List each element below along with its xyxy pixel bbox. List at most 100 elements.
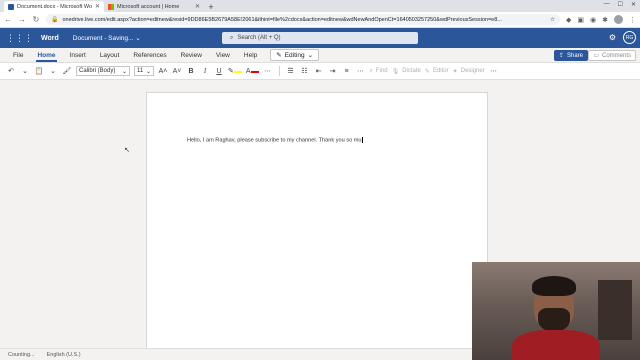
align-icon[interactable]: ≡ bbox=[342, 68, 352, 75]
window-controls: — ☐ ✕ bbox=[604, 1, 636, 8]
comments-button[interactable]: ▭ Comments bbox=[588, 50, 636, 61]
close-window-icon[interactable]: ✕ bbox=[631, 1, 636, 8]
new-tab-button[interactable]: + bbox=[206, 2, 216, 12]
dictate-label: Dictate bbox=[402, 68, 421, 74]
account-avatar[interactable]: RG bbox=[623, 31, 636, 44]
designer-label: Designer bbox=[460, 68, 485, 74]
chevron-down-icon[interactable]: ⌄ bbox=[133, 34, 140, 42]
chevron-down-icon[interactable]: ⌄ bbox=[20, 67, 30, 75]
share-label: Share bbox=[566, 52, 583, 59]
app-name[interactable]: Word bbox=[41, 35, 59, 42]
chevron-down-icon: ⌄ bbox=[121, 68, 127, 75]
increase-indent-icon[interactable]: ⇥ bbox=[328, 67, 338, 75]
paragraph-text: Hello, I am Raghav, please subscribe to … bbox=[187, 137, 362, 144]
font-color-icon[interactable]: A bbox=[246, 68, 259, 75]
paste-icon[interactable]: 📋 bbox=[34, 67, 44, 75]
search-icon: ⌕ bbox=[230, 34, 234, 41]
browser-tab-bar: Document.docx - Microsoft Wor... ✕ Micro… bbox=[0, 0, 640, 12]
tab-file[interactable]: File bbox=[6, 48, 30, 63]
url-text: onedrive.live.com/edit.aspx?action=editn… bbox=[62, 16, 502, 23]
underline-icon[interactable]: U bbox=[214, 68, 224, 75]
maximize-icon[interactable]: ☐ bbox=[618, 1, 623, 8]
format-painter-icon[interactable]: 🖌 bbox=[62, 67, 72, 75]
reload-icon[interactable]: ↻ bbox=[32, 15, 40, 24]
extension-icon[interactable]: ◉ bbox=[590, 16, 596, 24]
tab-insert[interactable]: Insert bbox=[63, 48, 93, 63]
dictate-button[interactable]: 🎙 Dictate bbox=[392, 68, 421, 75]
shrink-font-icon[interactable]: A˅ bbox=[172, 68, 182, 75]
tab-view[interactable]: View bbox=[209, 48, 237, 63]
webcam-overlay bbox=[472, 262, 640, 360]
document-title[interactable]: Document - Saving... bbox=[73, 35, 134, 42]
editing-mode-button[interactable]: ✎ Editing ⌄ bbox=[270, 49, 320, 61]
chevron-down-icon: ⌄ bbox=[307, 52, 314, 59]
word-favicon-icon bbox=[8, 3, 14, 10]
browser-tab-document[interactable]: Document.docx - Microsoft Wor... ✕ bbox=[4, 1, 104, 12]
tab-review[interactable]: Review bbox=[174, 48, 209, 63]
background-shelf bbox=[598, 280, 632, 340]
separator bbox=[278, 66, 280, 76]
decrease-indent-icon[interactable]: ⇤ bbox=[314, 67, 324, 75]
extension-icon[interactable]: ▣ bbox=[577, 16, 584, 24]
minimize-icon[interactable]: — bbox=[604, 1, 610, 8]
more-options-icon[interactable]: ⋯ bbox=[263, 67, 273, 75]
editing-label: Editing bbox=[284, 51, 305, 59]
highlight-icon[interactable]: ✎ bbox=[228, 67, 242, 75]
back-icon[interactable]: ← bbox=[4, 15, 12, 24]
word-header: ⋮⋮⋮ Word Document - Saving... ⌄ ⌕ Search… bbox=[0, 28, 640, 48]
more-icon[interactable]: ⋮ bbox=[629, 16, 636, 24]
editor-label: Editor bbox=[432, 68, 449, 74]
gear-icon[interactable]: ⚙ bbox=[609, 33, 616, 42]
tab-references[interactable]: References bbox=[126, 48, 173, 63]
lock-icon: 🔒 bbox=[51, 17, 59, 23]
editor-button[interactable]: ✎ Editor bbox=[425, 68, 449, 75]
chevron-down-icon[interactable]: ⌄ bbox=[48, 67, 58, 75]
undo-icon[interactable]: ↶ bbox=[6, 67, 16, 75]
share-button[interactable]: ⇪ Share bbox=[553, 50, 588, 61]
tab-home[interactable]: Home bbox=[30, 48, 62, 63]
bold-icon[interactable]: B bbox=[186, 68, 196, 75]
font-family-select[interactable]: Calibri (Body) ⌄ bbox=[76, 66, 130, 76]
more-options-icon[interactable]: ⋯ bbox=[489, 67, 499, 75]
search-input[interactable]: ⌕ Search (Alt + Q) bbox=[222, 32, 418, 44]
numbering-icon[interactable]: ☷ bbox=[300, 67, 310, 75]
url-input[interactable]: 🔒 onedrive.live.com/edit.aspx?action=edi… bbox=[46, 14, 560, 25]
share-icon: ⇪ bbox=[558, 53, 564, 59]
grow-font-icon[interactable]: A˄ bbox=[158, 68, 168, 75]
word-count-status[interactable]: Counting... bbox=[8, 352, 35, 358]
menu-bar: File Home Insert Layout References Revie… bbox=[0, 48, 640, 63]
italic-icon[interactable]: I bbox=[200, 67, 210, 75]
tab-title: Microsoft account | Home bbox=[117, 3, 180, 10]
text-cursor bbox=[361, 137, 363, 143]
font-size-select[interactable]: 11 ⌄ bbox=[134, 66, 154, 76]
language-status[interactable]: English (U.S.) bbox=[47, 352, 81, 358]
document-page[interactable]: Hello, I am Raghav, please subscribe to … bbox=[146, 92, 488, 354]
extensions-area: ◆ ▣ ◉ ✱ ⋮ bbox=[566, 15, 636, 24]
close-tab-icon[interactable]: ✕ bbox=[195, 3, 200, 10]
mouse-pointer-icon: ↖ bbox=[124, 147, 130, 154]
comments-label: Comments bbox=[601, 52, 631, 59]
more-options-icon[interactable]: ⋯ bbox=[356, 67, 366, 75]
profile-avatar[interactable] bbox=[614, 15, 623, 24]
person-hair bbox=[532, 276, 576, 296]
microphone-icon: 🎙 bbox=[391, 68, 400, 75]
font-size-value: 11 bbox=[137, 68, 144, 74]
address-bar-row: ← → ↻ 🔒 onedrive.live.com/edit.aspx?acti… bbox=[0, 12, 640, 28]
designer-icon: ✦ bbox=[452, 68, 458, 75]
close-tab-icon[interactable]: ✕ bbox=[95, 3, 100, 10]
tab-title: Document.docx - Microsoft Wor... bbox=[17, 3, 92, 10]
document-body[interactable]: Hello, I am Raghav, please subscribe to … bbox=[187, 137, 363, 144]
browser-tab-account[interactable]: Microsoft account | Home ✕ bbox=[104, 1, 204, 12]
tab-layout[interactable]: Layout bbox=[93, 48, 127, 63]
forward-icon[interactable]: → bbox=[18, 15, 26, 24]
app-launcher-icon[interactable]: ⋮⋮⋮ bbox=[6, 33, 33, 44]
designer-button[interactable]: ✦ Designer bbox=[453, 68, 485, 75]
font-name: Calibri (Body) bbox=[79, 68, 116, 74]
tab-help[interactable]: Help bbox=[237, 48, 264, 63]
bookmark-star-icon[interactable]: ☆ bbox=[550, 17, 555, 23]
extension-icon[interactable]: ◆ bbox=[566, 16, 571, 24]
find-label: Find bbox=[375, 68, 388, 74]
puzzle-icon[interactable]: ✱ bbox=[602, 16, 608, 24]
find-button[interactable]: ⌕ Find bbox=[370, 68, 388, 75]
bullets-icon[interactable]: ☰ bbox=[286, 67, 296, 75]
